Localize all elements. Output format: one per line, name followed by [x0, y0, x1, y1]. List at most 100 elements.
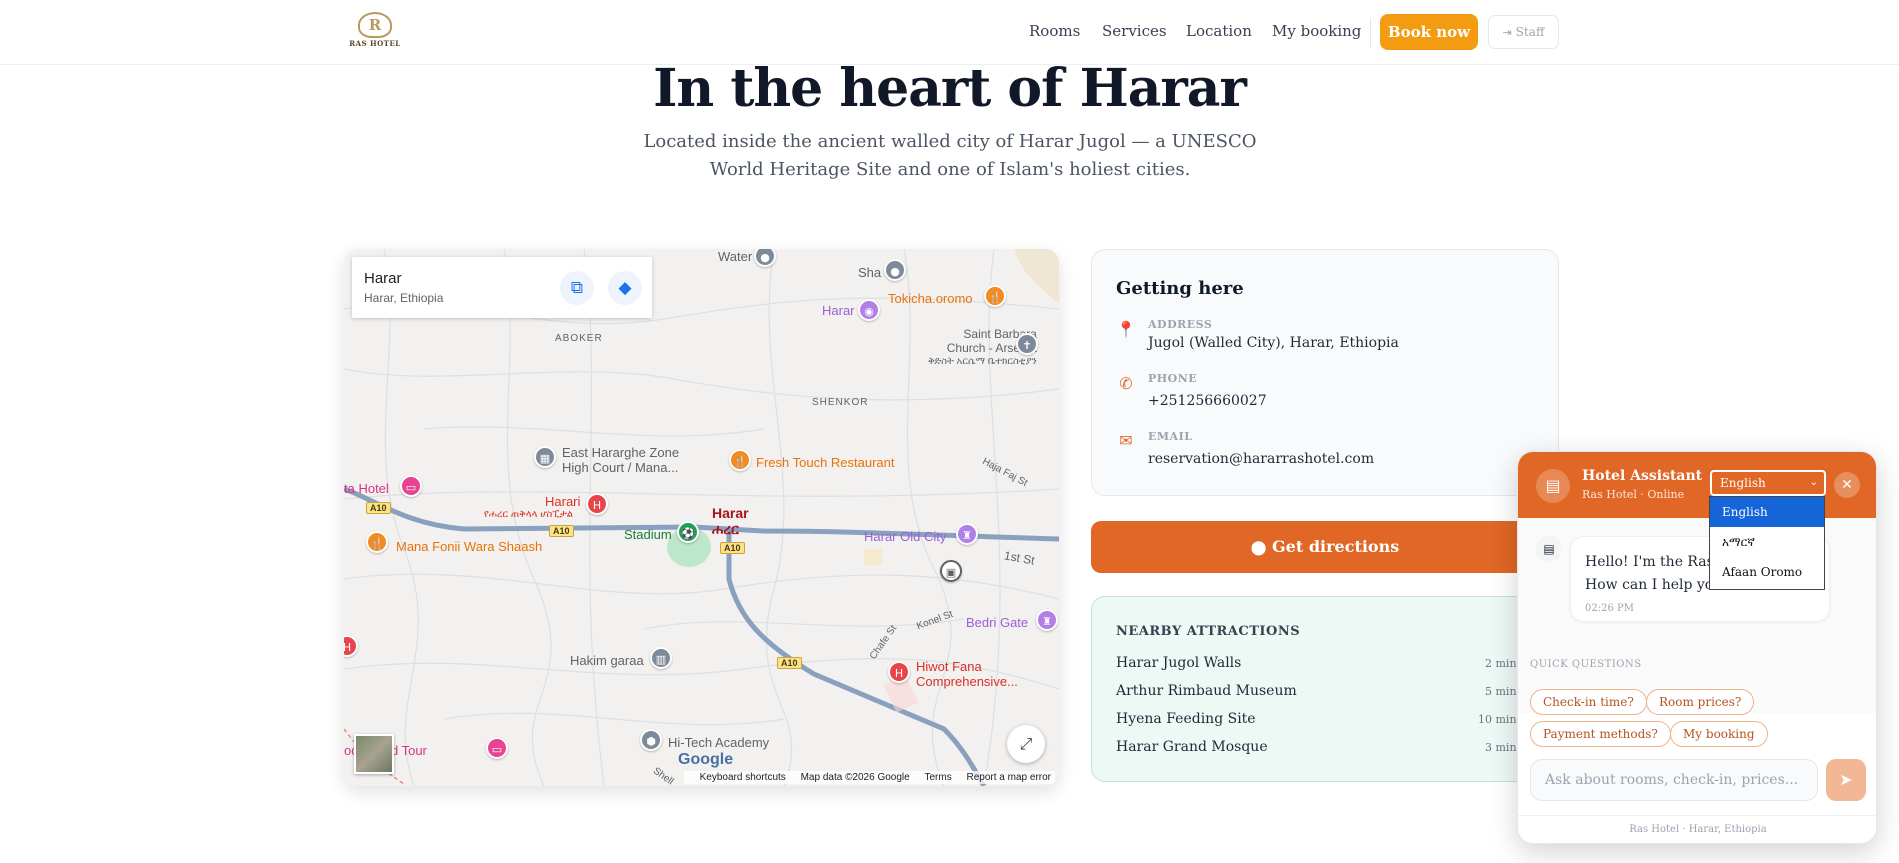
hakim-pin-icon[interactable]: ▥	[650, 647, 672, 669]
language-option-oromo[interactable]: Afaan Oromo	[1710, 557, 1824, 587]
location-pin-icon: 📍	[1116, 320, 1136, 339]
restaurant-pin-icon[interactable]: 🍴	[984, 285, 1006, 307]
nav-services[interactable]: Services	[1102, 22, 1167, 40]
transit-pin-icon[interactable]: ▣	[940, 560, 962, 582]
getting-here-title: Getting here	[1116, 278, 1244, 299]
report-error-link[interactable]: Report a map error	[967, 772, 1051, 783]
map-place-title: Harar	[364, 270, 402, 287]
google-logo: Google	[678, 751, 734, 768]
chat-title: Hotel Assistant	[1582, 468, 1703, 484]
hospital-pin-icon[interactable]: H	[586, 493, 608, 515]
chevron-down-icon: ⌄	[1809, 477, 1818, 488]
bot-avatar-icon: ▤	[1536, 536, 1562, 562]
nav-divider	[1370, 18, 1371, 48]
directions-icon[interactable]: ◆	[608, 271, 642, 305]
lodge-pin-icon[interactable]: ▭	[486, 737, 508, 759]
attraction-row: Arthur Rimbaud Museum 5 min wa	[1116, 683, 1536, 703]
stadium-pin-icon[interactable]: ⚽	[677, 521, 699, 543]
open-in-new-icon[interactable]: ⧉	[560, 271, 594, 305]
bedri-gate-pin-icon[interactable]: ♜	[1036, 609, 1058, 631]
fullscreen-icon[interactable]: ⤢	[1007, 725, 1045, 763]
chat-footer: Ras Hotel · Harar, Ethiopia	[1518, 815, 1876, 843]
staff-label: Staff	[1515, 25, 1545, 39]
attraction-name: Hyena Feeding Site	[1116, 711, 1256, 727]
location-map[interactable]: Water ● Sha ● Tokicha.oromo 🍴 Harar ◉ Sa…	[344, 249, 1059, 786]
hotel-logo[interactable]: R RAS HOTEL	[346, 12, 404, 52]
chat-input[interactable]: Ask about rooms, check-in, prices...	[1530, 759, 1818, 801]
saint-barbara-line3: ቅድስት አርሴማ ቤተክርስቲያን	[928, 356, 1037, 367]
address-value: Jugol (Walled City), Harar, Ethiopia	[1148, 335, 1399, 351]
old-city-pin-icon[interactable]: ♜	[956, 523, 978, 545]
page-title: In the heart of Harar	[653, 58, 1247, 119]
map-label-sha: Sha	[858, 265, 882, 280]
staff-button[interactable]: ⇥ Staff	[1488, 15, 1559, 49]
email-label: EMAIL	[1148, 430, 1193, 443]
museum-pin-icon[interactable]: ◉	[858, 299, 880, 321]
map-footer: Keyboard shortcuts Map data ©2026 Google…	[683, 771, 1055, 784]
map-label-hotel-left: ta Hotel	[344, 481, 389, 496]
map-data-text: Map data ©2026 Google	[800, 772, 910, 783]
hiwot-fana-pin-icon[interactable]: H	[888, 661, 910, 683]
nav-my-booking[interactable]: My booking	[1272, 22, 1361, 40]
quick-question-payment[interactable]: Payment methods?	[1530, 721, 1671, 747]
login-icon: ⇥	[1502, 26, 1512, 39]
close-icon[interactable]: ✕	[1834, 472, 1860, 498]
logo-mark-icon: R	[358, 12, 392, 38]
map-label-harari-amharic: የሐረር ጠቅላላ ሆስፒታል	[484, 509, 574, 520]
quick-question-prices[interactable]: Room prices?	[1646, 689, 1755, 715]
attraction-name: Arthur Rimbaud Museum	[1116, 683, 1297, 699]
map-label-mana-fonii: Mana Fonii Wara Shaash	[396, 539, 543, 554]
language-option-amharic[interactable]: አማርኛ	[1710, 527, 1824, 557]
map-label-aboker: ABOKER	[555, 333, 603, 344]
language-option-english[interactable]: English	[1710, 497, 1824, 527]
hiwot-fana-line1: Hiwot Fana	[916, 659, 982, 674]
school-pin-icon[interactable]: ⬢	[640, 729, 662, 751]
quick-question-booking[interactable]: My booking	[1670, 721, 1768, 747]
fresh-touch-pin-icon[interactable]: 🍴	[729, 449, 751, 471]
page-subtitle: Located inside the ancient walled city o…	[643, 131, 1257, 180]
phone-value[interactable]: +251256660027	[1148, 393, 1267, 409]
map-label-harar-city: Harar ሐረር	[712, 505, 749, 537]
court-pin-icon[interactable]: ▦	[534, 446, 556, 468]
attraction-row: Harar Grand Mosque 3 min wa	[1116, 739, 1536, 759]
a10-shield-1: A10	[366, 502, 391, 514]
sha-pin-icon[interactable]: ●	[884, 259, 906, 281]
nearby-attractions-card: NEARBY ATTRACTIONS Harar Jugol Walls 2 m…	[1091, 596, 1559, 782]
map-label-fresh-touch: Fresh Touch Restaurant	[756, 455, 895, 470]
map-label-harar-old-city: Harar Old City	[864, 529, 947, 544]
map-label-stadium: Stadium	[624, 527, 672, 542]
book-now-button[interactable]: Book now	[1380, 14, 1478, 50]
map-label-water: Water	[718, 249, 753, 264]
hiwot-fana-line2: Comprehensive...	[916, 674, 1018, 689]
send-icon[interactable]: ➤	[1826, 759, 1866, 801]
quick-question-checkin[interactable]: Check-in time?	[1530, 689, 1647, 715]
attraction-row: Harar Jugol Walls 2 min wa	[1116, 655, 1536, 675]
map-label-hiwot-fana: Hiwot Fana Comprehensive...	[916, 659, 1018, 689]
a10-shield-3: A10	[720, 542, 745, 554]
get-directions-label: Get directions	[1272, 537, 1400, 556]
nav-rooms[interactable]: Rooms	[1029, 22, 1080, 40]
language-select[interactable]: English ⌄	[1710, 470, 1826, 496]
map-label-court: East Hararghe Zone High Court / Mana...	[562, 445, 679, 475]
attraction-name: Harar Jugol Walls	[1116, 655, 1242, 671]
quick-questions-label: QUICK QUESTIONS	[1530, 659, 1642, 670]
map-label-hakim-garaa: Hakim garaa	[570, 653, 644, 668]
email-value[interactable]: reservation@hararrashotel.com	[1148, 451, 1374, 467]
attractions-title: NEARBY ATTRACTIONS	[1116, 624, 1301, 639]
hotel-pin-icon[interactable]: ▭	[400, 475, 422, 497]
map-label-hi-tech: Hi-Tech Academy	[668, 735, 770, 750]
get-directions-button[interactable]: ⬤ Get directions	[1091, 521, 1559, 573]
harar-city-amharic: ሐረር	[712, 521, 739, 537]
phone-label: PHONE	[1148, 372, 1198, 385]
mana-fonii-pin-icon[interactable]: 🍴	[366, 531, 388, 553]
map-label-tokicha: Tokicha.oromo	[888, 291, 973, 306]
terms-link[interactable]: Terms	[925, 772, 952, 783]
email-icon: ✉	[1119, 431, 1133, 450]
satellite-toggle[interactable]	[354, 734, 394, 774]
attraction-row: Hyena Feeding Site 10 min wa	[1116, 711, 1536, 731]
church-pin-icon[interactable]: ✝	[1016, 333, 1038, 355]
map-place-subtitle: Harar, Ethiopia	[364, 291, 444, 305]
language-selected: English	[1720, 476, 1766, 490]
nav-location[interactable]: Location	[1186, 22, 1252, 40]
keyboard-shortcuts-link[interactable]: Keyboard shortcuts	[700, 772, 786, 783]
